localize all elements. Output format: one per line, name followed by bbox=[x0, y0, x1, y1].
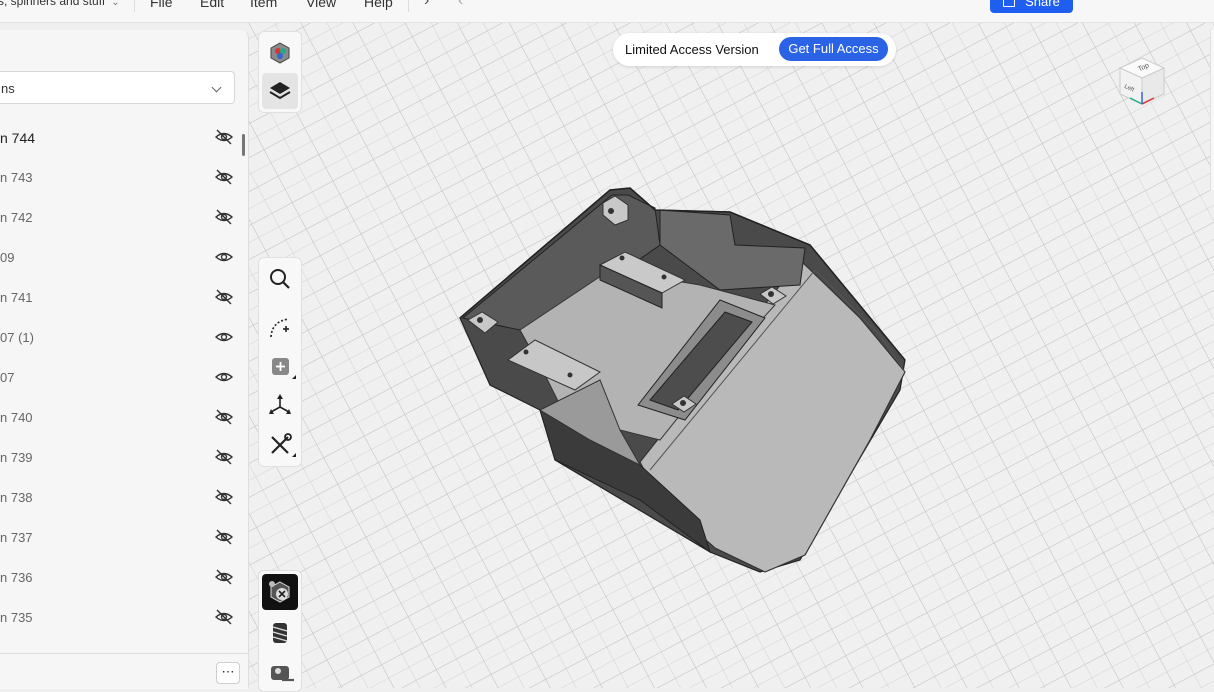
filter-dropdown-value: ns bbox=[1, 81, 15, 96]
render-button[interactable] bbox=[262, 574, 298, 610]
share-icon bbox=[1003, 0, 1016, 7]
filter-dropdown[interactable]: ns bbox=[0, 71, 235, 104]
list-item[interactable]: 07 (1) bbox=[0, 318, 240, 358]
eye-hidden-icon[interactable] bbox=[214, 608, 234, 626]
list-item-label: n 742 bbox=[0, 210, 33, 225]
tools-icon bbox=[271, 433, 296, 457]
list-item[interactable]: 09 bbox=[0, 238, 240, 278]
list-item[interactable]: n 742 bbox=[0, 198, 240, 238]
more-options-button[interactable]: ⋯ bbox=[216, 662, 240, 684]
project-title-text: s, spinners and stuff bbox=[0, 0, 106, 8]
tools-button[interactable] bbox=[262, 427, 298, 463]
transform-icon bbox=[269, 394, 291, 414]
list-item[interactable]: n 737 bbox=[0, 518, 240, 558]
object-list-panel: ns n 744 n 743 n 742 09 n 741 07 (1) 07 bbox=[0, 30, 249, 689]
undo-icon[interactable]: ‹ bbox=[458, 0, 463, 10]
view-toolbar bbox=[258, 31, 302, 113]
add-object-button[interactable] bbox=[262, 349, 298, 385]
3d-viewport[interactable] bbox=[248, 22, 1214, 688]
render-toolbar bbox=[258, 570, 302, 692]
add-sketch-button[interactable] bbox=[262, 309, 298, 345]
view-cube[interactable]: Top Left bbox=[1112, 56, 1172, 114]
eye-hidden-icon[interactable] bbox=[214, 208, 234, 226]
top-menu-bar: s, spinners and stuff ⌄ File Edit Item Vi… bbox=[0, 0, 1214, 23]
list-item[interactable]: n 743 bbox=[0, 158, 240, 198]
list-item[interactable]: 07 bbox=[0, 358, 240, 398]
appearance-button[interactable] bbox=[262, 35, 298, 71]
list-item-label: n 744 bbox=[0, 130, 36, 146]
share-button[interactable]: Share bbox=[990, 0, 1073, 13]
list-scrollbar[interactable] bbox=[242, 134, 245, 156]
list-item-label: n 741 bbox=[0, 290, 33, 305]
eye-hidden-icon[interactable] bbox=[214, 448, 234, 466]
eye-hidden-icon[interactable] bbox=[214, 568, 234, 586]
list-item-label: n 737 bbox=[0, 530, 33, 545]
list-item-label: n 735 bbox=[0, 610, 33, 625]
menu-view[interactable]: View bbox=[306, 0, 336, 10]
list-item[interactable]: n 744 bbox=[0, 118, 240, 158]
list-item-label: 07 (1) bbox=[0, 330, 34, 345]
eye-icon[interactable] bbox=[214, 248, 234, 266]
list-item-label: 09 bbox=[0, 250, 15, 265]
menu-edit[interactable]: Edit bbox=[200, 0, 224, 10]
eye-icon[interactable] bbox=[214, 368, 234, 386]
eye-hidden-icon[interactable] bbox=[214, 128, 234, 146]
chevron-down-icon: ⌄ bbox=[111, 0, 120, 8]
layers-icon bbox=[269, 82, 291, 100]
get-full-access-button[interactable]: Get Full Access bbox=[779, 37, 888, 61]
transform-button[interactable] bbox=[262, 387, 298, 423]
tool-toolbar bbox=[258, 257, 302, 467]
add-object-icon bbox=[272, 358, 296, 379]
thread-icon bbox=[272, 623, 288, 643]
redo-icon[interactable]: › bbox=[424, 0, 429, 10]
eye-hidden-icon[interactable] bbox=[214, 528, 234, 546]
divider bbox=[134, 0, 135, 12]
panel-footer: ⋯ bbox=[0, 653, 248, 689]
add-sketch-icon bbox=[270, 318, 290, 338]
menu-file[interactable]: File bbox=[150, 0, 173, 10]
project-title[interactable]: s, spinners and stuff ⌄ bbox=[0, 0, 120, 8]
appearance-icon bbox=[270, 42, 290, 64]
list-item-label: n 736 bbox=[0, 570, 33, 585]
layers-button[interactable] bbox=[262, 73, 298, 109]
render-icon bbox=[269, 581, 290, 603]
list-item[interactable]: n 738 bbox=[0, 478, 240, 518]
eye-hidden-icon[interactable] bbox=[214, 488, 234, 506]
eye-hidden-icon[interactable] bbox=[214, 288, 234, 306]
list-item[interactable]: n 735 bbox=[0, 598, 240, 638]
limited-access-banner: Limited Access Version Get Full Access bbox=[613, 33, 896, 66]
divider bbox=[408, 0, 409, 12]
menu-help[interactable]: Help bbox=[364, 0, 393, 10]
list-item-label: n 738 bbox=[0, 490, 33, 505]
measure-button[interactable] bbox=[262, 654, 298, 690]
list-item-label: n 740 bbox=[0, 410, 33, 425]
list-item[interactable]: n 740 bbox=[0, 398, 240, 438]
list-item[interactable]: n 736 bbox=[0, 558, 240, 598]
eye-hidden-icon[interactable] bbox=[214, 168, 234, 186]
chevron-down-icon bbox=[211, 82, 222, 93]
list-item-label: n 743 bbox=[0, 170, 33, 185]
eye-icon[interactable] bbox=[214, 328, 234, 346]
share-label: Share bbox=[1025, 0, 1060, 9]
measure-icon bbox=[271, 666, 294, 682]
3d-model[interactable] bbox=[248, 22, 1214, 688]
right-panel-edge bbox=[1210, 30, 1214, 190]
menu-item[interactable]: Item bbox=[250, 0, 277, 10]
thread-button[interactable] bbox=[262, 614, 298, 650]
limited-access-message: Limited Access Version bbox=[625, 42, 759, 57]
list-item-label: 07 bbox=[0, 370, 15, 385]
list-item-label: n 739 bbox=[0, 450, 33, 465]
list-item[interactable]: n 739 bbox=[0, 438, 240, 478]
search-button[interactable] bbox=[262, 261, 298, 297]
eye-hidden-icon[interactable] bbox=[214, 408, 234, 426]
list-item[interactable]: n 741 bbox=[0, 278, 240, 318]
search-icon bbox=[270, 269, 290, 289]
